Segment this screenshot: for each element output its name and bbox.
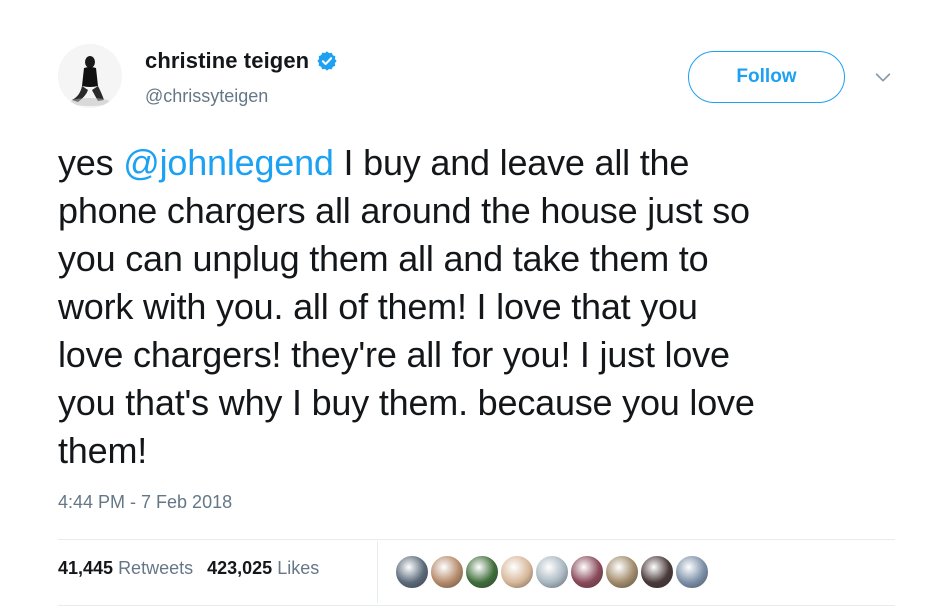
retweets-label: Retweets: [118, 558, 194, 578]
author-name-row[interactable]: christine teigen: [145, 48, 338, 74]
liker-avatar[interactable]: [499, 554, 535, 590]
liker-avatars: [394, 554, 710, 590]
likes-stat[interactable]: 423,025 Likes: [207, 558, 319, 579]
tweet-line: you can unplug them all and take them to: [58, 238, 709, 279]
author-avatar[interactable]: [58, 44, 122, 108]
stats-separator: [377, 541, 378, 603]
author-handle[interactable]: @chrissyteigen: [145, 86, 268, 107]
author-avatar-image: [58, 44, 122, 108]
follow-button[interactable]: Follow: [688, 51, 845, 103]
liker-avatar[interactable]: [569, 554, 605, 590]
tweet-line: work with you. all of them! I love that …: [58, 286, 698, 327]
chevron-down-icon[interactable]: [872, 66, 894, 88]
tweet-line: them!: [58, 430, 148, 471]
tweet-text: yes @johnlegend I buy and leave all the …: [58, 139, 898, 475]
tweet-text-prefix: yes: [58, 142, 124, 183]
liker-avatar[interactable]: [429, 554, 465, 590]
tweet-line: you that's why I buy them. because you l…: [58, 382, 755, 423]
liker-avatar[interactable]: [534, 554, 570, 590]
liker-avatar[interactable]: [604, 554, 640, 590]
tweet-line: yes @johnlegend I buy and leave all the: [58, 139, 898, 187]
mention-link[interactable]: @johnlegend: [123, 142, 334, 183]
verified-badge-icon: [317, 51, 337, 71]
likes-count: 423,025: [207, 558, 273, 578]
liker-avatar[interactable]: [464, 554, 500, 590]
tweet-line: phone chargers all around the house just…: [58, 190, 750, 231]
author-display-name[interactable]: christine teigen: [145, 48, 309, 74]
liker-avatar[interactable]: [639, 554, 675, 590]
tweet-timestamp[interactable]: 4:44 PM - 7 Feb 2018: [58, 492, 232, 513]
tweet-stats: 41,445 Retweets 423,025 Likes: [58, 558, 333, 579]
tweet-text-rest: I buy and leave all the: [333, 142, 690, 183]
liker-avatar[interactable]: [674, 554, 710, 590]
tweet-line: love chargers! they're all for you! I ju…: [58, 334, 730, 375]
stats-divider-bottom: [58, 605, 895, 606]
retweets-stat[interactable]: 41,445 Retweets: [58, 558, 193, 579]
liker-avatar[interactable]: [394, 554, 430, 590]
likes-label: Likes: [277, 558, 320, 578]
stats-divider-top: [58, 539, 895, 540]
retweets-count: 41,445: [58, 558, 114, 578]
